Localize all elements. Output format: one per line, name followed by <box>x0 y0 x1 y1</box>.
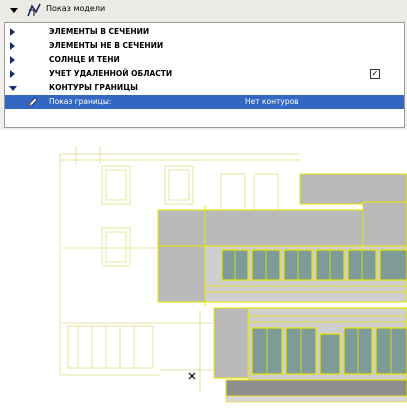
tree-item-uncut-elements[interactable]: ЭЛЕМЕНТЫ НЕ В СЕЧЕНИИ <box>5 39 404 53</box>
tree-item-distant-area[interactable]: УЧЕТ УДАЛЕННОЙ ОБЛАСТИ ✓ <box>5 67 404 81</box>
panel-title: Показ модели <box>46 4 106 13</box>
model-display-panel: Показ модели ЭЛЕМЕНТЫ В СЕЧЕНИИ ЭЛЕМЕНТЫ… <box>0 0 407 130</box>
tree-item-boundary-contours[interactable]: КОНТУРЫ ГРАНИЦЫ <box>5 81 404 95</box>
settings-tree: ЭЛЕМЕНТЫ В СЕЧЕНИИ ЭЛЕМЕНТЫ НЕ В СЕЧЕНИИ… <box>4 22 405 128</box>
tree-item-label: ЭЛЕМЕНТЫ В СЕЧЕНИИ <box>49 27 150 36</box>
show-boundary-label: Показ границы: <box>49 97 112 106</box>
panel-header[interactable]: Показ модели <box>0 0 407 22</box>
chevron-down-icon[interactable] <box>10 8 18 13</box>
plinth <box>225 379 407 397</box>
tree-item-label: УЧЕТ УДАЛЕННОЙ ОБЛАСТИ <box>49 69 173 78</box>
ground-floor-left-wall <box>213 307 249 379</box>
tree-item-label: ЭЛЕМЕНТЫ НЕ В СЕЧЕНИИ <box>49 41 164 50</box>
model-view-icon <box>27 3 41 17</box>
expand-arrow-icon[interactable] <box>10 42 15 50</box>
tree-item-show-boundary[interactable]: Показ границы: Нет контуров <box>5 95 404 109</box>
distant-area-checkbox[interactable]: ✓ <box>370 69 380 79</box>
expand-arrow-icon[interactable] <box>10 28 15 36</box>
upper-floor-right-wall <box>362 201 407 247</box>
cross-cursor-icon <box>188 372 196 380</box>
pencil-icon <box>28 97 38 107</box>
collapse-arrow-icon[interactable] <box>9 86 17 91</box>
upper-floor-wall <box>157 209 364 247</box>
expand-arrow-icon[interactable] <box>10 56 15 64</box>
tree-item-sun-shadows[interactable]: СОЛНЦЕ И ТЕНИ <box>5 53 404 67</box>
expand-arrow-icon[interactable] <box>10 70 15 78</box>
tree-item-label: СОЛНЦЕ И ТЕНИ <box>49 55 120 64</box>
roof-volume <box>299 173 407 205</box>
tree-item-cut-elements[interactable]: ЭЛЕМЕНТЫ В СЕЧЕНИИ <box>5 25 404 39</box>
tree-item-label: КОНТУРЫ ГРАНИЦЫ <box>49 83 138 92</box>
main-wall-volume <box>157 245 206 303</box>
shopfront-glazing <box>251 327 407 375</box>
elevation-drawing-canvas[interactable] <box>0 130 407 408</box>
show-boundary-value[interactable]: Нет контуров <box>245 97 299 106</box>
